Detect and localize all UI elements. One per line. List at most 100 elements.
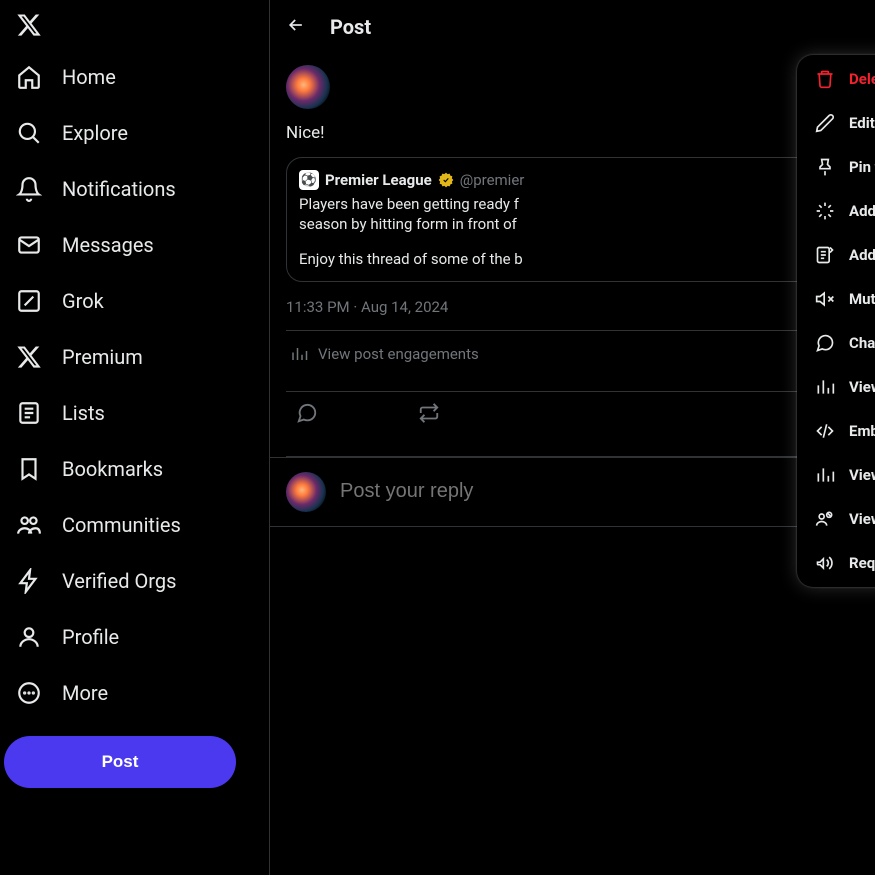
quote-author-name: Premier League — [325, 171, 432, 189]
menu-hidden-replies[interactable]: View hidden replies — [797, 497, 875, 541]
menu-label: View post analytics — [849, 466, 875, 484]
more-icon — [16, 680, 42, 706]
post: Nice! ⚽ Premier League @premier Players … — [270, 53, 875, 457]
nav-premium[interactable]: Premium — [4, 332, 261, 382]
trash-icon — [815, 69, 835, 89]
sidebar: Home Explore Notifications Messages Grok… — [0, 0, 270, 875]
nav-bookmarks[interactable]: Bookmarks — [4, 444, 261, 494]
nav-messages[interactable]: Messages — [4, 220, 261, 270]
menu-label: View hidden replies — [849, 510, 875, 528]
search-icon — [16, 120, 42, 146]
nav-home[interactable]: Home — [4, 52, 261, 102]
nav-more[interactable]: More — [4, 668, 261, 718]
post-timestamp[interactable]: 11:33 PM · Aug 14, 2024 — [286, 298, 859, 316]
back-button[interactable] — [286, 15, 306, 39]
nav-label: Bookmarks — [62, 457, 163, 481]
header: Post — [270, 0, 875, 53]
nav-label: Explore — [62, 121, 128, 145]
x-logo[interactable] — [4, 4, 261, 50]
grok-icon — [16, 288, 42, 314]
chart-icon — [815, 465, 835, 485]
mute-icon — [815, 289, 835, 309]
post-text: Nice! — [286, 123, 859, 143]
nav-communities[interactable]: Communities — [4, 500, 261, 550]
nav-label: Grok — [62, 289, 104, 313]
nav-label: Home — [62, 65, 116, 89]
quote-author-handle: @premier — [460, 171, 525, 189]
x-icon — [16, 344, 42, 370]
lightning-icon — [16, 568, 42, 594]
nav-lists[interactable]: Lists — [4, 388, 261, 438]
quoted-post[interactable]: ⚽ Premier League @premier Players have b… — [286, 157, 859, 282]
menu-delete[interactable]: Delete — [797, 57, 875, 101]
code-icon — [815, 421, 835, 441]
menu-label: View post engagements — [849, 378, 875, 396]
nav-label: Premium — [62, 345, 143, 369]
nav-label: More — [62, 681, 108, 705]
quote-avatar: ⚽ — [299, 170, 319, 190]
menu-label: Request Community Note — [849, 554, 875, 572]
quote-line: Players have been getting ready f — [299, 194, 846, 214]
bookmark-icon — [16, 456, 42, 482]
menu-label: Mute this conversation — [849, 290, 875, 308]
repost-button[interactable] — [418, 402, 440, 428]
quote-line: Enjoy this thread of some of the b — [299, 249, 846, 269]
menu-label: Add/remove from Highlights — [849, 202, 875, 220]
quote-header: ⚽ Premier League @premier — [299, 170, 846, 190]
analytics-icon — [815, 377, 835, 397]
nav-label: Communities — [62, 513, 181, 537]
menu-change-reply[interactable]: Change who can reply — [797, 321, 875, 365]
nav-label: Lists — [62, 401, 105, 425]
sparkle-icon — [815, 201, 835, 221]
nav-label: Messages — [62, 233, 154, 257]
verified-icon — [438, 172, 454, 188]
nav-grok[interactable]: Grok — [4, 276, 261, 326]
self-avatar[interactable] — [286, 472, 326, 512]
menu-mute[interactable]: Mute this conversation — [797, 277, 875, 321]
reply-input[interactable] — [340, 480, 859, 503]
nav-profile[interactable]: Profile — [4, 612, 261, 662]
nav-notifications[interactable]: Notifications — [4, 164, 261, 214]
nav: Home Explore Notifications Messages Grok… — [4, 52, 261, 718]
quote-line: season by hitting form in front of — [299, 214, 846, 234]
mail-icon — [16, 232, 42, 258]
menu-embed[interactable]: Embed post — [797, 409, 875, 453]
menu-view-engagements[interactable]: View post engagements — [797, 365, 875, 409]
menu-label: Change who can reply — [849, 334, 875, 352]
menu-label: Edit post — [849, 114, 875, 132]
communities-icon — [16, 512, 42, 538]
lists-icon — [16, 400, 42, 426]
menu-highlights[interactable]: Add/remove from Highlights — [797, 189, 875, 233]
menu-edit[interactable]: Edit post — [797, 101, 875, 145]
analytics-icon — [290, 345, 308, 363]
engagements-label: View post engagements — [318, 345, 479, 363]
reply-composer[interactable] — [270, 457, 875, 527]
hidden-icon — [815, 509, 835, 529]
reply-button[interactable] — [296, 402, 318, 428]
list-add-icon — [815, 245, 835, 265]
menu-community-note[interactable]: Request Community Note — [797, 541, 875, 585]
comment-icon — [815, 333, 835, 353]
post-context-menu: Delete Edit post Pin to your profile Add… — [797, 55, 875, 587]
nav-label: Verified Orgs — [62, 569, 176, 593]
nav-verified-orgs[interactable]: Verified Orgs — [4, 556, 261, 606]
home-icon — [16, 64, 42, 90]
author-avatar[interactable] — [286, 65, 330, 109]
nav-explore[interactable]: Explore — [4, 108, 261, 158]
bell-icon — [16, 176, 42, 202]
menu-label: Embed post — [849, 422, 875, 440]
menu-analytics[interactable]: View post analytics — [797, 453, 875, 497]
menu-label: Add/remove @AdamJ242 from Lists — [849, 246, 875, 264]
profile-icon — [16, 624, 42, 650]
post-action-bar — [286, 392, 859, 442]
view-engagements-link[interactable]: View post engagements — [286, 331, 859, 377]
nav-label: Notifications — [62, 177, 176, 201]
pencil-icon — [815, 113, 835, 133]
pin-icon — [815, 157, 835, 177]
compose-post-button[interactable]: Post — [4, 736, 236, 788]
menu-label: Pin to your profile — [849, 158, 875, 176]
megaphone-icon — [815, 553, 835, 573]
menu-lists[interactable]: Add/remove @AdamJ242 from Lists — [797, 233, 875, 277]
main: Post Nice! ⚽ Premier League @premier Pla… — [270, 0, 875, 875]
menu-pin[interactable]: Pin to your profile — [797, 145, 875, 189]
